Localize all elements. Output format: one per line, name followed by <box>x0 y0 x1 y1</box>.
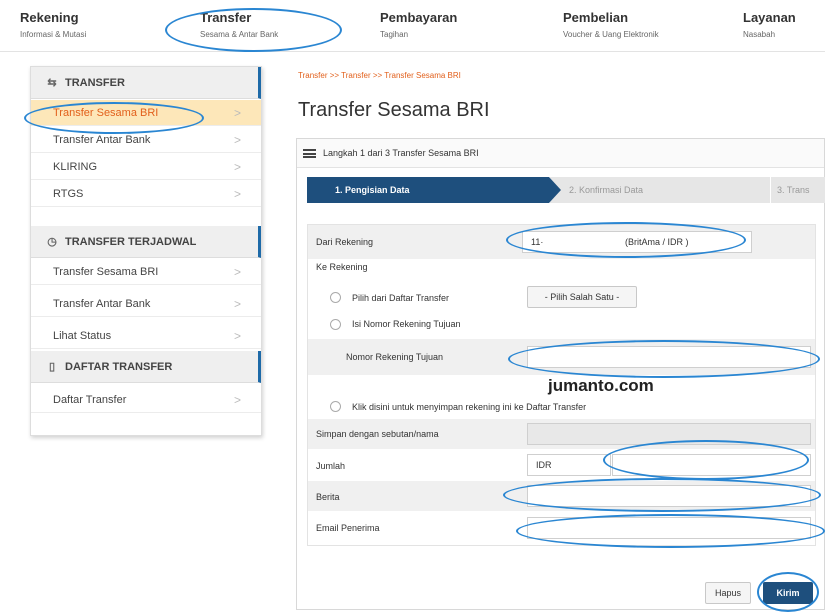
sidebar-item-lihat-status[interactable]: Lihat Status > <box>31 323 261 349</box>
step-indicator: 1. Pengisian Data 2. Konfirmasi Data 3. … <box>307 177 825 203</box>
step-2: 2. Konfirmasi Data <box>569 185 644 195</box>
nav-title: Pembayaran <box>380 10 458 25</box>
save-option-label: Klik disini untuk menyimpan rekening ini… <box>352 402 587 412</box>
radio-pilih-daftar[interactable] <box>330 292 341 303</box>
email-label: Email Penerima <box>316 523 380 533</box>
sidebar-item-label: KLIRING <box>53 161 98 173</box>
annotation-oval-kirim <box>757 572 819 612</box>
step-3: 3. Trans <box>777 185 810 195</box>
chevron-right-icon: > <box>233 297 241 311</box>
annotation-oval-dari-rekening <box>506 222 746 258</box>
clock-icon: ◷ <box>47 236 57 248</box>
nav-title: Rekening <box>20 10 79 25</box>
sidebar-section-transfer: ⇆ TRANSFER <box>31 67 261 99</box>
sidebar-item-label: Lihat Status <box>53 330 112 342</box>
row-option-daftar: Pilih dari Daftar Transfer - Pilih Salah… <box>308 279 815 311</box>
option-daftar-label: Pilih dari Daftar Transfer <box>352 293 450 303</box>
sidebar-section-daftar-transfer: ▯ DAFTAR TRANSFER <box>31 351 261 383</box>
sidebar-item-daftar-transfer[interactable]: Daftar Transfer > <box>31 387 261 413</box>
sidebar-item-kliring[interactable]: KLIRING > <box>31 154 261 180</box>
sidebar-item-label: Daftar Transfer <box>53 394 127 406</box>
chevron-right-icon: > <box>233 393 241 407</box>
nav-rekening[interactable]: Rekening Informasi & Mutasi <box>20 10 86 39</box>
simpan-label: Simpan dengan sebutan/nama <box>316 429 439 439</box>
nav-subtitle: Voucher & Uang Elektronik <box>563 30 659 39</box>
nomor-rekening-label: Nomor Rekening Tujuan <box>346 352 444 362</box>
nav-subtitle: Tagihan <box>380 30 409 39</box>
option-nomor-label: Isi Nomor Rekening Tujuan <box>352 319 461 329</box>
sidebar-section-transfer-terjadwal: ◷ TRANSFER TERJADWAL <box>31 226 261 258</box>
sidebar-item-rtgs[interactable]: RTGS > <box>31 181 261 207</box>
radio-simpan-daftar[interactable] <box>330 401 341 412</box>
chevron-right-icon: > <box>233 187 241 201</box>
nav-title: Pembelian <box>563 10 629 25</box>
chevron-right-icon: > <box>233 106 241 120</box>
sidebar-item-terjadwal-antar-bank[interactable]: Transfer Antar Bank > <box>31 291 261 317</box>
ke-rekening-label: Ke Rekening <box>316 262 368 272</box>
sidebar-section-title: TRANSFER TERJADWAL <box>65 236 197 248</box>
sidebar-item-label: Transfer Sesama BRI <box>53 266 159 278</box>
radio-isi-nomor[interactable] <box>330 319 341 330</box>
step-1-active: 1. Pengisian Data <box>307 177 561 203</box>
panel-header-text: Langkah 1 dari 3 Transfer Sesama BRI <box>323 148 479 158</box>
nav-subtitle: Nasabah <box>743 30 776 39</box>
row-ke-rekening: Ke Rekening <box>308 259 815 277</box>
nav-subtitle: Informasi & Mutasi <box>20 30 87 39</box>
nav-layanan[interactable]: Layanan Nasabah <box>743 10 796 39</box>
pilih-salah-satu-select[interactable]: - Pilih Salah Satu - <box>527 286 637 308</box>
sidebar-section-title: TRANSFER <box>65 77 125 89</box>
nav-pembayaran[interactable]: Pembayaran Tagihan <box>380 10 457 39</box>
hapus-button[interactable]: Hapus <box>705 582 751 604</box>
jumlah-label: Jumlah <box>316 461 346 471</box>
sidebar-item-label: Transfer Antar Bank <box>53 134 151 146</box>
annotation-oval-nomor-rekening <box>508 340 820 378</box>
sidebar-item-terjadwal-sesama-bri[interactable]: Transfer Sesama BRI > <box>31 259 261 285</box>
top-navigation: Rekening Informasi & Mutasi Transfer Ses… <box>0 0 825 52</box>
chevron-right-icon: > <box>233 133 241 147</box>
watermark: jumanto.com <box>548 376 654 395</box>
document-icon: ▯ <box>48 361 56 373</box>
annotation-oval-berita <box>503 478 821 512</box>
chevron-right-icon: > <box>233 160 241 174</box>
row-save-option: Klik disini untuk menyimpan rekening ini… <box>308 395 815 419</box>
dari-rekening-label: Dari Rekening <box>316 237 374 247</box>
menu-icon <box>303 149 316 158</box>
panel-header: Langkah 1 dari 3 Transfer Sesama BRI <box>297 139 824 168</box>
annotation-oval-email <box>516 514 825 548</box>
annotation-oval-jumlah <box>603 440 809 480</box>
nav-title: Layanan <box>743 10 796 25</box>
berita-label: Berita <box>316 492 340 502</box>
nav-pembelian[interactable]: Pembelian Voucher & Uang Elektronik <box>563 10 659 39</box>
sidebar-item-label: RTGS <box>53 188 84 200</box>
page-title: Transfer Sesama BRI <box>298 99 490 121</box>
currency-box: IDR <box>527 454 611 476</box>
sidebar-item-label: Transfer Antar Bank <box>53 298 151 310</box>
transfer-icon: ⇆ <box>47 77 57 89</box>
step-separator <box>763 177 771 203</box>
chevron-right-icon: > <box>233 329 241 343</box>
sidebar-section-title: DAFTAR TRANSFER <box>65 361 173 373</box>
annotation-oval-sidebar-item <box>24 102 204 134</box>
row-option-nomor: Isi Nomor Rekening Tujuan <box>308 313 815 335</box>
breadcrumb[interactable]: Transfer >> Transfer >> Transfer Sesama … <box>298 71 461 80</box>
chevron-right-icon: > <box>233 265 241 279</box>
annotation-oval-transfer-nav <box>165 8 342 52</box>
